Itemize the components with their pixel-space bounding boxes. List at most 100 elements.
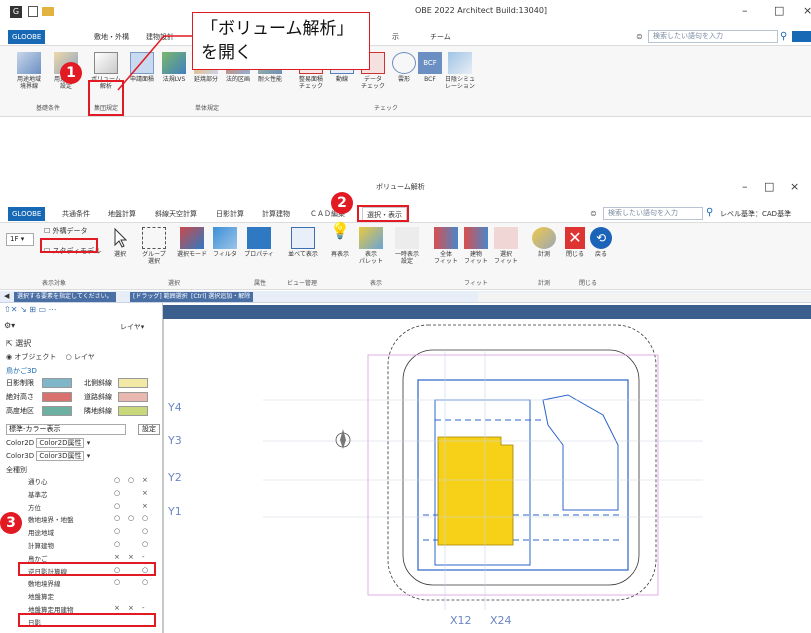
visibility-toggle[interactable]: ○: [114, 578, 120, 586]
redisplay-label: 再表示: [330, 251, 349, 258]
display-settings-button[interactable]: 設定: [138, 424, 160, 435]
visibility-toggle[interactable]: -: [142, 553, 145, 561]
display-mode-select[interactable]: 標準-カラー表示: [6, 424, 126, 435]
visibility-toggle[interactable]: ○: [114, 540, 120, 548]
fit-all-label: 全体 フィット: [434, 251, 458, 265]
floor-select[interactable]: 1F ▾: [6, 233, 34, 246]
floor-select-value: 1F: [10, 235, 19, 243]
back-label: 戻る: [594, 251, 607, 258]
bottom-search-icon[interactable]: ⚲: [706, 207, 713, 218]
visibility-toggle[interactable]: ○: [142, 540, 148, 548]
group-select-button[interactable]: グループ 選択: [138, 227, 170, 265]
group-view: ビュー管理: [286, 280, 317, 287]
measure-button[interactable]: 計測: [530, 227, 558, 258]
visibility-toggle[interactable]: ○: [114, 514, 120, 522]
status-message: 選択する要素を指定してください。: [14, 292, 116, 302]
display-palette-icon: [359, 227, 383, 249]
select-display-highlight: [357, 205, 409, 222]
bottom-maximize-icon[interactable]: □: [764, 180, 774, 193]
redisplay-button[interactable]: 💡 再表示: [326, 223, 354, 259]
visibility-toggle[interactable]: ×: [142, 476, 148, 484]
filter-label: フィルタ: [213, 251, 237, 258]
group-fit: フィット: [464, 280, 488, 287]
select-button[interactable]: 選択: [106, 227, 134, 258]
filter-button[interactable]: フィルタ: [210, 227, 240, 258]
measure-label: 計測: [537, 251, 550, 258]
volume-analysis-highlight: [88, 80, 124, 116]
legend-swatch-2: [42, 392, 72, 402]
visibility-toggle[interactable]: ○: [142, 527, 148, 535]
step-badge-1: 1: [60, 62, 82, 84]
status-pin-icon: ◀: [4, 292, 10, 300]
select-mode-radios[interactable]: ◉ オブジェクト ○ レイヤ: [6, 352, 95, 362]
visibility-toggle[interactable]: ×: [128, 553, 134, 561]
tab-shadow-calc[interactable]: 日影計算: [216, 207, 244, 221]
fit-building-icon: [464, 227, 488, 249]
visibility-toggle[interactable]: ×: [142, 502, 148, 510]
table-row-label: 地盤算定: [28, 593, 54, 601]
group-select-icon: [142, 227, 166, 249]
fit-selection-button[interactable]: 選択 フィット: [492, 227, 520, 265]
tab-ground-calc[interactable]: 地盤計算: [108, 207, 136, 221]
group-display: 表示: [369, 280, 382, 287]
display-palette-button[interactable]: 表示 パレット: [356, 227, 386, 265]
property-button[interactable]: プロパティ: [244, 227, 274, 258]
visibility-toggle[interactable]: ○: [114, 489, 120, 497]
axis-label-y4: Y4: [168, 401, 182, 414]
tile-view-button[interactable]: 並べて表示: [286, 227, 320, 258]
legend-label-1: 北側斜線: [84, 379, 112, 387]
visibility-toggle[interactable]: ○: [114, 502, 120, 510]
back-button[interactable]: ⟲ 戻る: [588, 227, 614, 258]
view-toolbar[interactable]: [478, 292, 811, 302]
visibility-toggle[interactable]: ○: [142, 514, 148, 522]
tab-common[interactable]: 共通条件: [62, 207, 90, 221]
color3d-label: Color3D: [6, 452, 35, 460]
select-mode-button[interactable]: 選択モード: [176, 227, 208, 258]
legend-swatch-5: [118, 406, 148, 416]
temp-display-button[interactable]: 一時表示 設定: [390, 227, 424, 265]
visibility-toggle[interactable]: ×: [114, 604, 120, 612]
visibility-toggle[interactable]: ○: [128, 514, 134, 522]
legend-label-0: 日影制限: [6, 379, 34, 387]
axis-label-x24: X24: [490, 614, 512, 627]
panel-tools-icon[interactable]: ⇧✕ ↘ ⊞ ▭ ⋯: [4, 305, 57, 314]
visibility-toggle[interactable]: ○: [114, 527, 120, 535]
table-row-label: 通り心: [28, 478, 48, 486]
tab-calc-building[interactable]: 計算建物: [262, 207, 290, 221]
visibility-toggle[interactable]: -: [142, 604, 145, 612]
visibility-toggle[interactable]: ×: [142, 489, 148, 497]
color3d-value: Color3D属性: [36, 451, 85, 461]
tab-sky-calc[interactable]: 斜線天空計算: [155, 207, 197, 221]
layer-button[interactable]: レイヤ▾: [120, 322, 144, 332]
bottom-close-icon[interactable]: ×: [790, 180, 799, 193]
bottom-minimize-icon[interactable]: –: [742, 180, 748, 193]
color2d-row[interactable]: Color2D Color2D属性 ▾: [6, 438, 90, 448]
north-arrow-icon: [335, 429, 351, 449]
fit-building-button[interactable]: 建物 フィット: [462, 227, 490, 265]
group-display-target: 表示対象: [41, 280, 66, 287]
table-row-label: 敷地境界線: [28, 580, 61, 588]
close-window-button[interactable]: ✕ 閉じる: [562, 227, 588, 258]
filter-icon: [213, 227, 237, 249]
bottom-tab-gloobe[interactable]: GLOOBE: [8, 207, 46, 221]
outdoor-data-label: 外構データ: [52, 227, 88, 235]
bottom-window-title: ボリューム解析: [376, 183, 425, 191]
close-window-label: 閉じる: [565, 251, 584, 258]
panel-settings-icon[interactable]: ⚙▾: [4, 321, 15, 330]
bottom-ribbon: 1F ▾ ☐ 外構データ ☐ スタディモデル 選択 グループ 選択 選択モード …: [0, 222, 811, 290]
fit-all-button[interactable]: 全体 フィット: [432, 227, 460, 265]
bottom-search-input[interactable]: 検索したい語句を入力: [603, 207, 703, 220]
legend-swatch-4: [42, 406, 72, 416]
visibility-toggle[interactable]: ○: [142, 578, 148, 586]
axis-label-y3: Y3: [168, 434, 182, 447]
torikago-title: 鳥かご3D: [6, 367, 37, 375]
outdoor-data-checkbox[interactable]: ☐ 外構データ: [44, 226, 88, 236]
select-label: 選択: [113, 251, 126, 258]
cursor-icon: [113, 227, 127, 249]
measure-icon: [532, 227, 556, 249]
visibility-toggle[interactable]: ×: [114, 553, 120, 561]
visibility-toggle[interactable]: ×: [128, 604, 134, 612]
color3d-row[interactable]: Color3D Color3D属性 ▾: [6, 451, 90, 461]
visibility-toggle[interactable]: ○: [114, 476, 120, 484]
visibility-toggle[interactable]: ○: [128, 476, 134, 484]
